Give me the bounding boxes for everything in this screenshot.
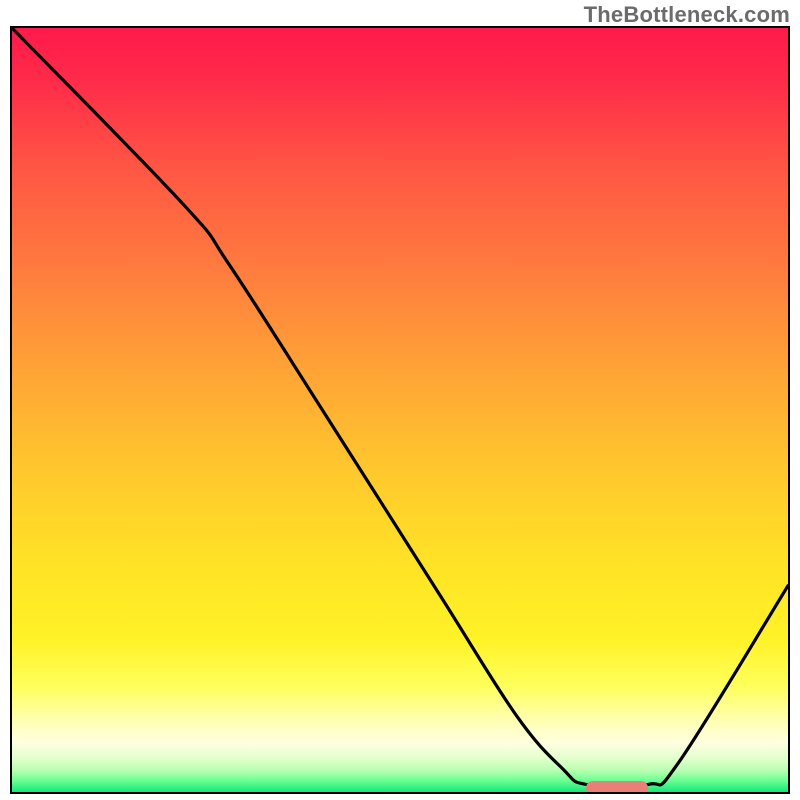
bottleneck-curve [12,28,788,792]
plot-area [10,26,790,794]
chart-container: TheBottleneck.com [0,0,800,800]
watermark: TheBottleneck.com [584,2,790,28]
optimal-zone-marker [586,781,648,794]
